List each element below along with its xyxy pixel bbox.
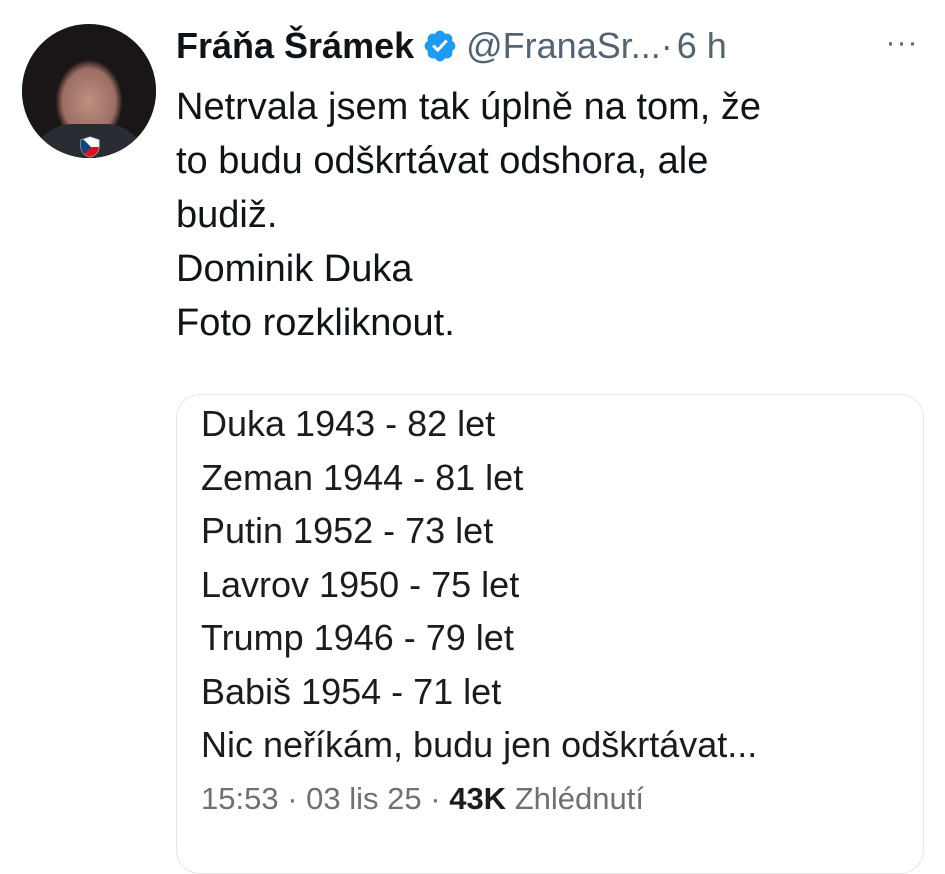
- quoted-post-line: Lavrov 1950 - 75 let: [201, 563, 520, 605]
- quoted-post-text: Duka 1943 - 82 let Zeman 1944 - 81 let P…: [201, 397, 757, 772]
- quoted-post-time: 15:53: [201, 781, 279, 816]
- quoted-post-line: Trump 1946 - 79 let: [201, 617, 514, 658]
- tweet-text-line: to budu odškrtávat odshora, ale: [176, 140, 709, 182]
- quoted-post-line: Babiš 1954 - 71 let: [201, 670, 502, 712]
- author-display-name[interactable]: Fráňa Šrámek: [176, 25, 414, 67]
- meta-separator: ·: [430, 781, 441, 816]
- views-count: 43K: [449, 781, 507, 816]
- tweet-text-line: Foto rozkliknout.: [176, 302, 455, 344]
- quoted-post-line: Putin 1952 - 73 let: [201, 510, 494, 551]
- quoted-post-line: Zeman 1944 - 81 let: [201, 456, 524, 498]
- tweet-timestamp[interactable]: 6 h: [677, 25, 727, 67]
- header-separator: ·: [660, 25, 673, 66]
- quoted-post-meta: 15:53 · 03 lis 25 · 43K Zhlédnutí: [201, 777, 644, 821]
- quoted-post-line: Nic neříkám, budu jen odškrtávat...: [201, 724, 758, 765]
- czech-flag-badge-icon: [80, 136, 100, 158]
- tweet-text-line: budiž.: [176, 194, 278, 236]
- quoted-post-line: Duka 1943 - 82 let: [201, 403, 496, 444]
- views-label: Zhlédnutí: [514, 781, 644, 816]
- more-options-icon[interactable]: ···: [882, 28, 922, 64]
- quoted-post-date: 03 lis 25: [306, 781, 422, 816]
- quoted-post-card[interactable]: Duka 1943 - 82 let Zeman 1944 - 81 let P…: [176, 394, 924, 874]
- meta-separator: ·: [287, 781, 298, 816]
- tweet-text-line: Dominik Duka: [176, 248, 413, 290]
- verified-badge-icon[interactable]: [422, 28, 458, 64]
- author-handle[interactable]: @FranaSr...: [466, 25, 661, 67]
- author-avatar[interactable]: [22, 24, 156, 158]
- tweet-text-line: Netrvala jsem tak úplně na tom, že: [176, 86, 762, 128]
- tweet-text: Netrvala jsem tak úplně na tom, že to bu…: [176, 80, 906, 350]
- tweet-header: Fráňa Šrámek @FranaSr... · 6 h: [176, 24, 727, 68]
